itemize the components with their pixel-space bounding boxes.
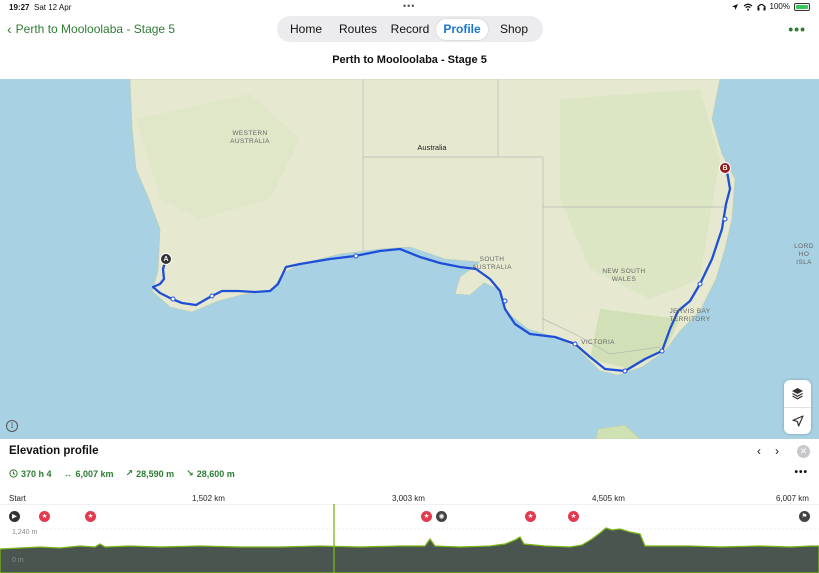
- start-pin[interactable]: A: [160, 253, 172, 265]
- map-controls: [784, 380, 811, 434]
- elevation-more-icon[interactable]: •••: [794, 467, 808, 478]
- end-pin[interactable]: B: [719, 162, 731, 174]
- chevron-left-icon: ‹: [7, 21, 12, 37]
- axis-label-6007: 6,007 km: [776, 494, 809, 503]
- map-locate-button[interactable]: [784, 407, 811, 434]
- poi-star-icon[interactable]: ★: [39, 511, 50, 522]
- back-button[interactable]: ‹ Perth to Mooloolaba - Stage 5: [7, 22, 175, 36]
- stat-duration-value: 370 h 4: [21, 468, 52, 479]
- layers-icon: [792, 388, 803, 400]
- ascent-arrow-icon: ↗: [125, 468, 134, 478]
- poi-star-icon[interactable]: ★: [568, 511, 579, 522]
- start-flag-icon[interactable]: ▶: [9, 511, 20, 522]
- stat-distance-value: 6,007 km: [75, 468, 114, 479]
- route-title: Perth to Mooloolaba - Stage 5: [332, 54, 487, 66]
- stat-distance: ↔ 6,007 km: [64, 468, 114, 479]
- location-icon: [731, 3, 738, 10]
- back-button-label: Perth to Mooloolaba - Stage 5: [15, 22, 176, 36]
- poi-star-icon[interactable]: ★: [525, 511, 536, 522]
- map-layers-button[interactable]: [784, 380, 811, 407]
- elevation-panel: Elevation profile ‹ › ✕ 370 h 4 ↔ 6,007 …: [0, 439, 819, 573]
- route-map[interactable]: WESTERN AUSTRALIA Australia SOUTH AUSTRA…: [0, 79, 819, 439]
- finish-flag-icon[interactable]: ⚑: [799, 511, 810, 522]
- next-arrow-icon[interactable]: ›: [775, 444, 779, 458]
- previous-arrow-icon[interactable]: ‹: [757, 444, 761, 458]
- elevation-chart[interactable]: [0, 504, 819, 573]
- battery-percent: 100%: [769, 2, 790, 11]
- wifi-icon: [743, 3, 752, 11]
- tab-home[interactable]: Home: [280, 19, 332, 40]
- elevation-area: [0, 527, 819, 573]
- multitask-dots-icon[interactable]: •••: [403, 1, 415, 11]
- label-victoria: VICTORIA: [581, 339, 615, 346]
- label-new-south-wales: NEW SOUTH WALES: [602, 268, 646, 283]
- label-australia: Australia: [417, 143, 447, 152]
- poi-star-icon[interactable]: ★: [85, 511, 96, 522]
- poi-star-icon[interactable]: ★: [421, 511, 432, 522]
- label-lord-howe: LORD HO ISLA: [794, 243, 814, 266]
- tasmania-landmass: [595, 424, 641, 439]
- stat-ascent: ↗ 28,590 m: [126, 468, 175, 479]
- axis-label-start: Start: [9, 494, 26, 503]
- descent-arrow-icon: ↘: [186, 468, 194, 478]
- elevation-title: Elevation profile: [9, 445, 99, 457]
- close-icon[interactable]: ✕: [797, 445, 810, 458]
- status-date: Sat 12 Apr: [34, 3, 72, 12]
- map-canvas[interactable]: [0, 79, 819, 439]
- elevation-max-label: 1,240 m: [12, 529, 38, 536]
- clock-icon: [9, 469, 18, 478]
- distance-arrows-icon: ↔: [63, 468, 73, 479]
- tab-profile[interactable]: Profile: [436, 18, 488, 40]
- stat-ascent-value: 28,590 m: [136, 468, 175, 479]
- label-western-australia: WESTERN AUSTRALIA: [230, 130, 270, 145]
- label-jervis-bay: JERVIS BAY TERRITORY: [669, 308, 711, 323]
- more-options-icon[interactable]: •••: [788, 21, 806, 37]
- main-tabs: Home Routes Record Profile Shop: [277, 16, 543, 42]
- app-root: 19:27 Sat 12 Apr ••• 100% ‹ Perth to Moo…: [0, 0, 819, 573]
- map-info-icon[interactable]: i: [6, 420, 18, 432]
- battery-icon: [794, 2, 810, 11]
- stat-duration: 370 h 4: [9, 468, 52, 479]
- route-stats: 370 h 4 ↔ 6,007 km ↗ 28,590 m ↘ 28,600 m: [9, 468, 235, 479]
- location-arrow-icon: [791, 415, 804, 427]
- tab-record[interactable]: Record: [384, 19, 436, 40]
- tab-routes[interactable]: Routes: [332, 19, 384, 40]
- panel-nav: ‹ ›: [757, 444, 779, 458]
- status-icons: 100%: [731, 2, 810, 11]
- axis-label-3003: 3,003 km: [392, 494, 425, 503]
- label-south-australia: SOUTH AUSTRALIA: [472, 256, 512, 271]
- headphones-icon: [756, 3, 766, 10]
- nav-bar: ‹ Perth to Mooloolaba - Stage 5 Home Rou…: [0, 14, 819, 48]
- axis-label-1502: 1,502 km: [192, 494, 225, 503]
- axis-label-4505: 4,505 km: [592, 494, 625, 503]
- elevation-min-label: 0 m: [12, 557, 24, 564]
- tab-shop[interactable]: Shop: [488, 19, 540, 40]
- stat-descent-value: 28,600 m: [196, 468, 235, 479]
- status-time: 19:27: [9, 3, 30, 12]
- photo-pin-icon[interactable]: ◉: [436, 511, 447, 522]
- stat-descent: ↘ 28,600 m: [186, 468, 235, 479]
- status-bar: 19:27 Sat 12 Apr ••• 100%: [0, 0, 819, 14]
